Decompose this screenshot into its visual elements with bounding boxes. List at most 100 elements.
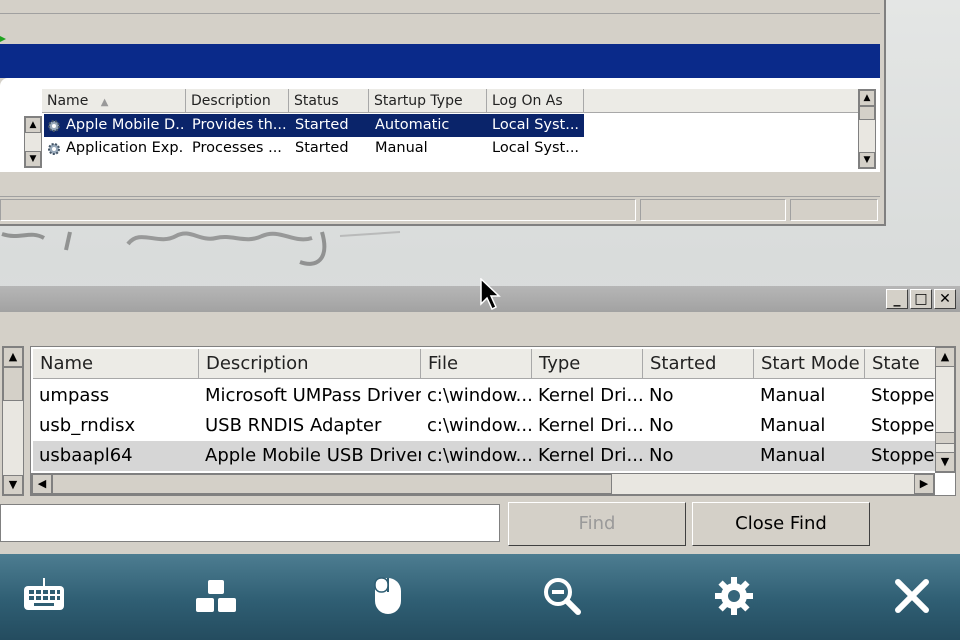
service-startup-type: Manual: [375, 140, 428, 156]
driver-description: Apple Mobile USB Driver: [205, 445, 421, 466]
status-pane-2: [640, 199, 786, 221]
service-name: Apple Mobile D...: [66, 117, 184, 133]
drivers-vertical-scrollbar[interactable]: ▲ ▼: [935, 347, 955, 473]
service-logon: Local Syst...: [492, 140, 580, 156]
driver-start-mode: Manual: [760, 415, 826, 436]
drivers-list: Name Description File Type Started Start…: [30, 346, 956, 496]
driver-start-mode: Manual: [760, 385, 826, 406]
apps-button[interactable]: [192, 572, 240, 620]
scroll-down-arrow-icon[interactable]: ▼: [3, 475, 23, 495]
scroll-up-arrow-icon[interactable]: ▲: [3, 347, 23, 367]
drivers-col-started-label: Started: [650, 353, 717, 374]
services-col-name[interactable]: Name ▲: [42, 89, 186, 113]
close-button[interactable]: ✕: [934, 289, 956, 309]
driver-file: c:\window...: [427, 415, 532, 436]
scroll-left-arrow-icon[interactable]: ◀: [32, 474, 52, 494]
services-row[interactable]: Application Exp... Processes ... Started…: [44, 137, 584, 160]
driver-type: Kernel Dri...: [538, 385, 643, 406]
services-toolbar: [0, 14, 880, 42]
service-description: Provides th...: [192, 117, 287, 133]
drivers-horizontal-scrollbar[interactable]: ◀ ▶: [31, 473, 935, 495]
driver-file: c:\window...: [427, 385, 532, 406]
services-col-startup[interactable]: Startup Type: [369, 89, 487, 113]
services-col-status-label: Status: [294, 93, 339, 109]
drivers-col-description[interactable]: Description: [199, 349, 421, 379]
scroll-up-arrow-icon[interactable]: ▲: [25, 117, 41, 133]
scroll-thumb[interactable]: [935, 432, 955, 444]
services-col-logon-label: Log On As: [492, 93, 563, 109]
maximize-button[interactable]: □: [910, 289, 932, 309]
driver-row[interactable]: usb_rndisx USB RNDIS Adapter c:\window..…: [33, 411, 937, 441]
services-row[interactable]: Apple Mobile D... Provides th... Started…: [44, 114, 584, 137]
status-pane-3: [790, 199, 878, 221]
scroll-down-arrow-icon[interactable]: ▼: [25, 151, 41, 167]
find-input[interactable]: [0, 504, 500, 542]
close-find-button-label: Close Find: [735, 513, 827, 534]
services-col-name-label: Name: [47, 93, 89, 109]
services-right-scrollbar[interactable]: ▲ ▼: [858, 89, 876, 169]
system-info-window: _ □ ✕ ▲ ▼ Name Description File Type Sta…: [0, 286, 960, 554]
minimize-icon: _: [893, 291, 901, 307]
driver-state: Stoppe: [871, 445, 935, 466]
scroll-thumb[interactable]: [3, 367, 23, 401]
left-pane-scrollbar[interactable]: ▲ ▼: [2, 346, 24, 496]
minimize-button[interactable]: _: [886, 289, 908, 309]
drivers-col-type[interactable]: Type: [532, 349, 643, 379]
driver-type: Kernel Dri...: [538, 445, 643, 466]
driver-description: USB RNDIS Adapter: [205, 415, 382, 436]
service-startup-type: Automatic: [375, 117, 450, 133]
driver-start-mode: Manual: [760, 445, 826, 466]
mouse-icon: [374, 577, 401, 614]
services-col-status[interactable]: Status: [289, 89, 369, 113]
services-col-description-label: Description: [191, 93, 271, 109]
zoom-out-button[interactable]: [538, 572, 586, 620]
remote-control-toolbar: [0, 554, 960, 640]
scroll-thumb[interactable]: [859, 106, 875, 120]
sort-ascending-icon: ▲: [100, 97, 109, 108]
close-find-button[interactable]: Close Find: [692, 502, 870, 546]
services-left-scrollbar[interactable]: ▲ ▼: [24, 116, 42, 168]
driver-state: Stoppe: [871, 385, 935, 406]
settings-button[interactable]: [710, 572, 758, 620]
green-arrow-icon[interactable]: [0, 34, 6, 44]
services-window: ▲ ▼ Name ▲ Description Status Startup Ty…: [0, 0, 886, 226]
services-col-description[interactable]: Description: [186, 89, 289, 113]
drivers-col-started[interactable]: Started: [643, 349, 754, 379]
scroll-down-arrow-icon[interactable]: ▼: [859, 152, 875, 168]
scroll-down-arrow-icon[interactable]: ▼: [935, 452, 955, 472]
settings-gear-icon: [715, 577, 753, 615]
service-name: Application Exp...: [66, 140, 184, 156]
find-button-label: Find: [578, 513, 616, 534]
drivers-col-start-mode[interactable]: Start Mode: [754, 349, 865, 379]
drivers-col-file[interactable]: File: [421, 349, 532, 379]
driver-file: c:\window...: [427, 445, 532, 466]
driver-name: usbaapl64: [39, 445, 133, 466]
drivers-col-start-mode-label: Start Mode: [761, 353, 860, 374]
driver-row[interactable]: umpass Microsoft UMPass Driver c:\window…: [33, 381, 937, 411]
find-button[interactable]: Find: [508, 502, 686, 546]
driver-started: No: [649, 415, 674, 436]
zoom-out-icon: [544, 578, 581, 615]
disconnect-button[interactable]: [888, 572, 936, 620]
services-menu-strip: [0, 0, 880, 14]
services-col-logon[interactable]: Log On As: [487, 89, 584, 113]
mouse-button[interactable]: [364, 572, 412, 620]
keyboard-button[interactable]: [20, 572, 68, 620]
apps-icon: [196, 580, 236, 612]
drivers-col-state[interactable]: State: [865, 349, 937, 379]
drivers-col-name[interactable]: Name: [33, 349, 199, 379]
driver-description: Microsoft UMPass Driver: [205, 385, 421, 406]
scroll-right-arrow-icon[interactable]: ▶: [914, 474, 934, 494]
driver-name: umpass: [39, 385, 110, 406]
scroll-thumb[interactable]: [52, 474, 612, 494]
drivers-col-name-label: Name: [40, 353, 94, 374]
keyboard-icon: [24, 578, 64, 610]
service-status: Started: [295, 140, 349, 156]
driver-row[interactable]: usbaapl64 Apple Mobile USB Driver c:\win…: [33, 441, 937, 471]
close-icon: ✕: [939, 291, 951, 307]
service-gear-icon: [48, 143, 60, 155]
scroll-up-arrow-icon[interactable]: ▲: [935, 347, 955, 367]
maximize-icon: □: [914, 291, 928, 307]
scroll-up-arrow-icon[interactable]: ▲: [859, 90, 875, 106]
driver-started: No: [649, 385, 674, 406]
